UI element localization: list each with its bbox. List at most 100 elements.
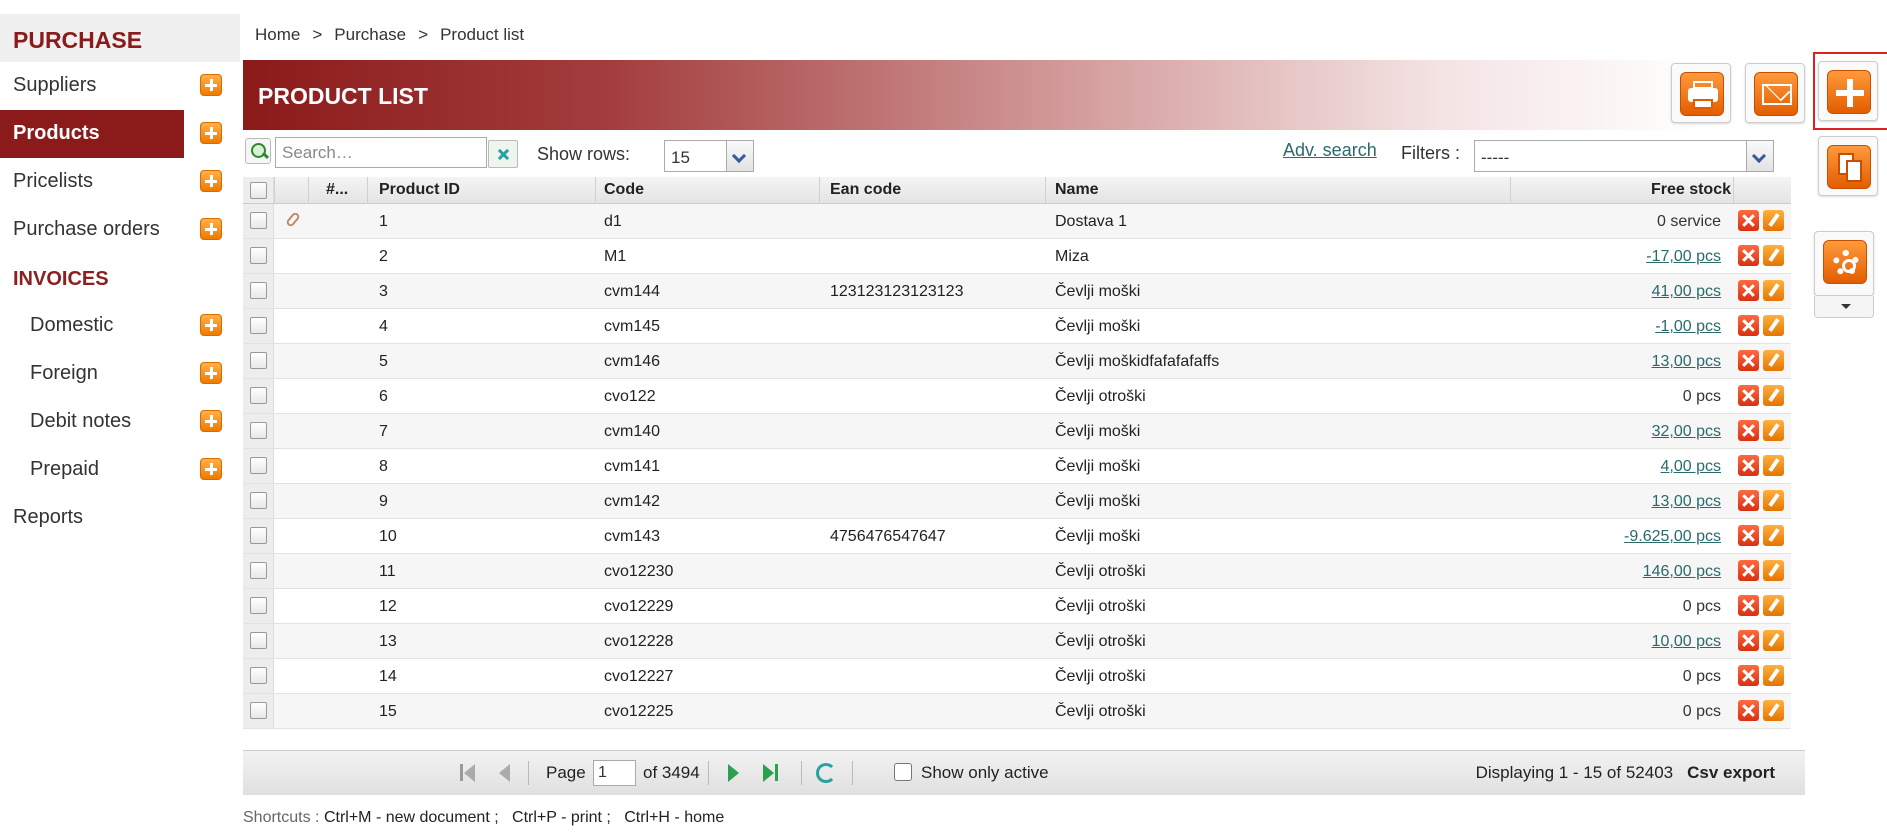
next-page-icon[interactable] xyxy=(723,763,743,783)
add-supplier-icon[interactable] xyxy=(200,74,222,96)
table-row[interactable]: 1 d1 Dostava 1 0 service xyxy=(243,204,1791,239)
edit-icon[interactable] xyxy=(1763,560,1784,581)
row-checkbox[interactable] xyxy=(250,632,267,649)
add-product-icon[interactable] xyxy=(200,122,222,144)
delete-icon[interactable] xyxy=(1738,560,1759,581)
cell-free-stock[interactable]: 32,00 pcs xyxy=(1652,423,1721,441)
table-row[interactable]: 11 cvo12230 Čevlji otroški 146,00 pcs xyxy=(243,554,1791,589)
delete-icon[interactable] xyxy=(1738,490,1759,511)
sidebar-item-prepaid[interactable]: Prepaid xyxy=(0,446,240,494)
search-input[interactable] xyxy=(275,137,487,168)
last-page-icon[interactable] xyxy=(761,763,781,783)
delete-icon[interactable] xyxy=(1738,455,1759,476)
table-row[interactable]: 2 M1 Miza -17,00 pcs xyxy=(243,239,1791,274)
table-row[interactable]: 7 cvm140 Čevlji moški 32,00 pcs xyxy=(243,414,1791,449)
column-header-code[interactable]: Code xyxy=(604,181,644,199)
delete-icon[interactable] xyxy=(1738,700,1759,721)
edit-icon[interactable] xyxy=(1763,490,1784,511)
delete-icon[interactable] xyxy=(1738,630,1759,651)
delete-icon[interactable] xyxy=(1738,210,1759,231)
csv-export-button[interactable]: Csv export xyxy=(1687,763,1775,782)
edit-icon[interactable] xyxy=(1763,700,1784,721)
delete-icon[interactable] xyxy=(1738,350,1759,371)
row-checkbox[interactable] xyxy=(250,492,267,509)
delete-icon[interactable] xyxy=(1738,315,1759,336)
cell-free-stock[interactable]: 13,00 pcs xyxy=(1652,353,1721,371)
filters-select[interactable]: ----- xyxy=(1474,140,1774,172)
edit-icon[interactable] xyxy=(1763,385,1784,406)
delete-icon[interactable] xyxy=(1738,245,1759,266)
table-row[interactable]: 4 cvm145 Čevlji moški -1,00 pcs xyxy=(243,309,1791,344)
row-checkbox[interactable] xyxy=(250,282,267,299)
cell-free-stock[interactable]: 10,00 pcs xyxy=(1652,633,1721,651)
sidebar-item-reports[interactable]: Reports xyxy=(0,494,240,542)
adv-search-link[interactable]: Adv. search xyxy=(1283,140,1377,161)
table-row[interactable]: 6 cvo122 Čevlji otroški 0 pcs xyxy=(243,379,1791,414)
edit-icon[interactable] xyxy=(1763,630,1784,651)
edit-icon[interactable] xyxy=(1763,210,1784,231)
cell-free-stock[interactable]: 4,00 pcs xyxy=(1661,458,1721,476)
delete-icon[interactable] xyxy=(1738,595,1759,616)
sidebar-item-products[interactable]: Products xyxy=(0,110,240,158)
email-button[interactable] xyxy=(1745,63,1805,123)
table-row[interactable]: 15 cvo12225 Čevlji otroški 0 pcs xyxy=(243,694,1791,729)
add-prepaid-icon[interactable] xyxy=(200,458,222,480)
settings-dropdown-toggle[interactable] xyxy=(1814,296,1874,318)
row-checkbox[interactable] xyxy=(250,387,267,404)
edit-icon[interactable] xyxy=(1763,280,1784,301)
row-checkbox[interactable] xyxy=(250,667,267,684)
edit-icon[interactable] xyxy=(1763,665,1784,686)
table-row[interactable]: 10 cvm143 4756476547647 Čevlji moški -9.625,… xyxy=(243,519,1791,554)
add-pricelist-icon[interactable] xyxy=(200,170,222,192)
cell-free-stock[interactable]: 13,00 pcs xyxy=(1652,493,1721,511)
table-row[interactable]: 5 cvm146 Čevlji moškidfafafafaffs 13,00 pcs xyxy=(243,344,1791,379)
table-row[interactable]: 8 cvm141 Čevlji moški 4,00 pcs xyxy=(243,449,1791,484)
sidebar-item-purchase-orders[interactable]: Purchase orders xyxy=(0,206,240,254)
edit-icon[interactable] xyxy=(1763,350,1784,371)
table-row[interactable]: 12 cvo12229 Čevlji otroški 0 pcs xyxy=(243,589,1791,624)
page-input[interactable]: 1 xyxy=(593,760,636,786)
cell-free-stock[interactable]: 146,00 pcs xyxy=(1643,563,1721,581)
first-page-icon[interactable] xyxy=(458,763,478,783)
rows-select[interactable]: 15 xyxy=(664,140,754,172)
delete-icon[interactable] xyxy=(1738,385,1759,406)
refresh-icon[interactable] xyxy=(816,763,836,783)
edit-icon[interactable] xyxy=(1763,525,1784,546)
add-purchase-order-icon[interactable] xyxy=(200,218,222,240)
sidebar-item-pricelists[interactable]: Pricelists xyxy=(0,158,240,206)
row-checkbox[interactable] xyxy=(250,457,267,474)
edit-icon[interactable] xyxy=(1763,420,1784,441)
row-checkbox[interactable] xyxy=(250,422,267,439)
breadcrumb-home[interactable]: Home xyxy=(255,25,300,44)
column-header-product-id[interactable]: Product ID xyxy=(379,181,460,199)
table-row[interactable]: 3 cvm144 123123123123123 Čevlji moški 41,00 … xyxy=(243,274,1791,309)
add-domestic-icon[interactable] xyxy=(200,314,222,336)
sidebar-item-foreign[interactable]: Foreign xyxy=(0,350,240,398)
delete-icon[interactable] xyxy=(1738,420,1759,441)
row-checkbox[interactable] xyxy=(250,702,267,719)
row-checkbox[interactable] xyxy=(250,562,267,579)
sidebar-item-debit-notes[interactable]: Debit notes xyxy=(0,398,240,446)
print-button[interactable] xyxy=(1671,63,1731,123)
row-checkbox[interactable] xyxy=(250,247,267,264)
row-checkbox[interactable] xyxy=(250,352,267,369)
column-header-name[interactable]: Name xyxy=(1055,181,1099,199)
cell-free-stock[interactable]: -17,00 pcs xyxy=(1646,248,1721,266)
column-header-free-stock[interactable]: Free stock xyxy=(1651,181,1731,199)
column-header-attach[interactable]: #... xyxy=(326,181,348,199)
table-row[interactable]: 9 cvm142 Čevlji moški 13,00 pcs xyxy=(243,484,1791,519)
settings-button[interactable] xyxy=(1814,231,1874,296)
sidebar-item-domestic[interactable]: Domestic xyxy=(0,302,240,350)
delete-icon[interactable] xyxy=(1738,280,1759,301)
row-checkbox[interactable] xyxy=(250,527,267,544)
search-icon[interactable] xyxy=(245,138,271,164)
edit-icon[interactable] xyxy=(1763,245,1784,266)
delete-icon[interactable] xyxy=(1738,665,1759,686)
table-row[interactable]: 13 cvo12228 Čevlji otroški 10,00 pcs xyxy=(243,624,1791,659)
row-checkbox[interactable] xyxy=(250,597,267,614)
row-checkbox[interactable] xyxy=(250,317,267,334)
edit-icon[interactable] xyxy=(1763,455,1784,476)
sidebar-item-suppliers[interactable]: Suppliers xyxy=(0,62,240,110)
paperclip-icon[interactable] xyxy=(285,211,301,228)
edit-icon[interactable] xyxy=(1763,315,1784,336)
